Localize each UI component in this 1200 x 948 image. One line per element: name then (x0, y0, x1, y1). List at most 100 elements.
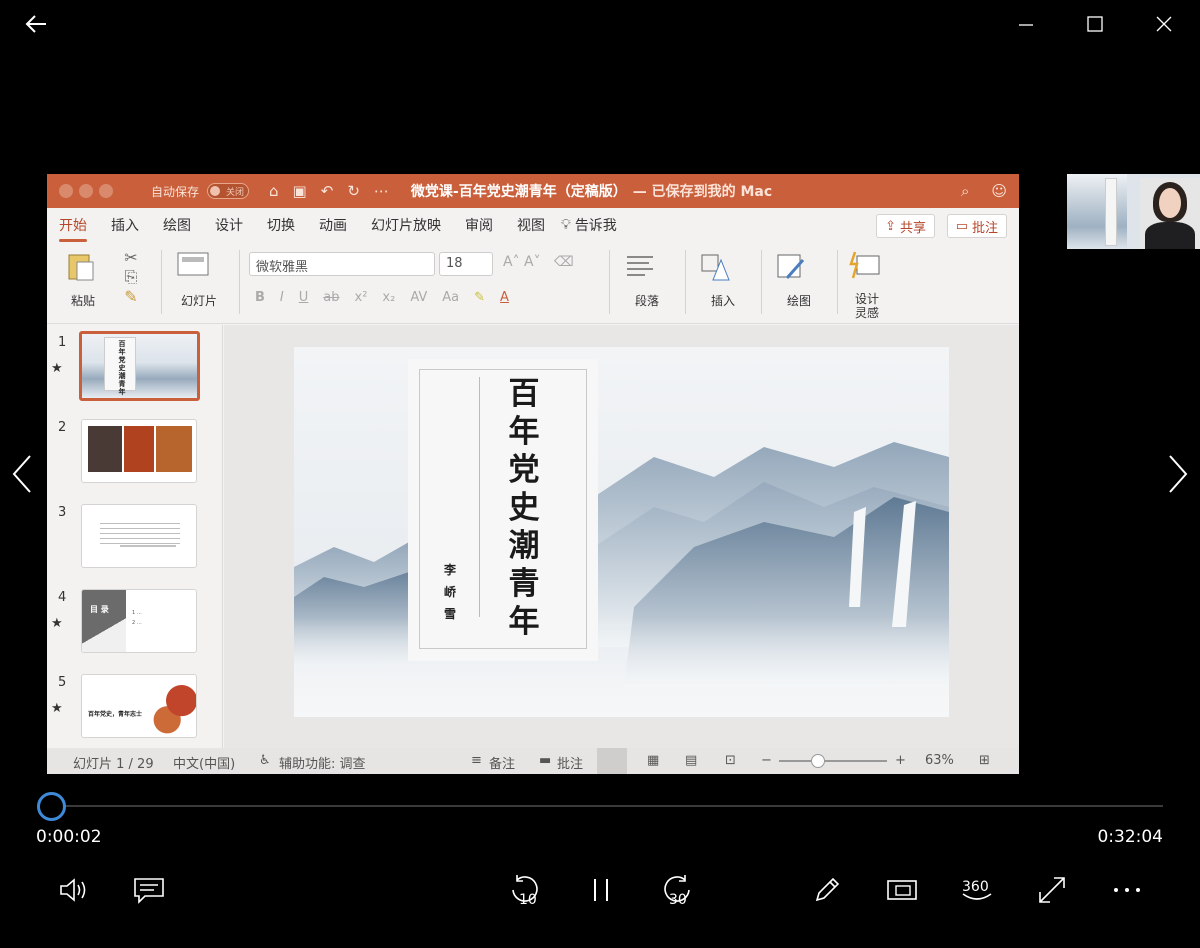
svg-text:360: 360 (962, 879, 989, 895)
char-spacing-icon: AV (410, 290, 428, 305)
zoom-slider (779, 754, 887, 768)
search-icon: ⌕ (960, 182, 970, 200)
360-view-button[interactable]: 360 (957, 870, 997, 910)
fullscreen-button[interactable] (1032, 870, 1072, 910)
cut-icon: ✂ (124, 248, 138, 267)
thumb-number: 1 (58, 335, 67, 350)
traffic-lights (59, 184, 113, 198)
total-duration: 0:32:04 (1097, 827, 1163, 847)
presenter-view-icon: ⊡ (725, 753, 736, 768)
presenter-body (1145, 222, 1195, 249)
font-name-field: 微软雅黑 (249, 252, 435, 276)
tab-insert: 插入 (111, 218, 139, 234)
subtitles-button[interactable] (129, 870, 169, 910)
maximize-icon (1087, 16, 1103, 32)
bold-icon: B (255, 290, 265, 305)
svg-text:30: 30 (669, 892, 687, 908)
copy-icon: ⎘ (124, 267, 138, 286)
notes-button: 备注 (489, 757, 516, 772)
language-indicator: 中文(中国) (173, 757, 236, 772)
slide-thumbnail-5: 百年党史，青年志士 (81, 674, 197, 738)
fit-slide-icon: ⊞ (979, 753, 990, 768)
crop-frame-button[interactable] (882, 870, 922, 910)
video-frame: 自动保存 关闭 ⌂ ▣ ↶ ↻ ⋯ 微党课-百年党史潮青年（定稿版） — 已保存… (47, 174, 1019, 774)
subtitles-icon (134, 878, 164, 904)
tab-transitions: 切换 (267, 218, 295, 234)
thumb-4-label: 目 录 (90, 605, 109, 614)
new-slide-group: 幻灯片 (171, 250, 227, 320)
star-icon: ★ (51, 701, 63, 716)
redo-icon: ↻ (347, 182, 360, 200)
picture-frame-icon (887, 880, 917, 900)
slide-editor: 百 年 党 史 潮 青 年 李 峤 雪 (224, 325, 1019, 748)
previous-button[interactable] (2, 450, 42, 498)
back-button[interactable] (18, 8, 54, 40)
maximize-button[interactable] (1077, 8, 1113, 40)
document-title: 微党课-百年党史潮青年（定稿版） (410, 184, 627, 200)
seek-bar-thumb[interactable] (37, 792, 66, 821)
format-buttons: B I U ab x² x₂ AV Aa ✎ A (255, 290, 509, 305)
clipboard-tools: ✂ ⎘ ✎ (113, 248, 149, 314)
strikethrough-icon: ab (323, 290, 340, 305)
skip-back-button[interactable]: 10 (505, 870, 545, 910)
draw-group: 绘图 (771, 250, 827, 320)
tab-home: 开始 (59, 211, 87, 242)
minimize-button[interactable] (1008, 8, 1044, 40)
slide-thumbnail-2 (81, 419, 197, 483)
draw-icon (777, 254, 805, 279)
zoom-slider-knob (811, 754, 826, 768)
webcam-overlay (1067, 174, 1200, 249)
tab-view: 视图 (517, 218, 545, 234)
comment-icon: ▭ (955, 218, 968, 234)
pause-button[interactable] (581, 870, 621, 910)
current-time: 0:00:02 (36, 827, 102, 847)
highlight-icon: ✎ (474, 290, 486, 305)
thumb-number: 2 (58, 420, 67, 435)
draw-button[interactable] (807, 870, 847, 910)
accessibility-status: 辅助功能: 调查 (279, 757, 366, 772)
more-options-button[interactable] (1107, 870, 1147, 910)
share-button: ⇪ 共享 (876, 214, 935, 238)
presenter-face (1159, 188, 1181, 218)
designer-group: 设计 灵感 (843, 250, 891, 324)
autosave-toggle: 关闭 (207, 183, 250, 199)
slide-layout-icon (177, 252, 209, 276)
slide-counter: 幻灯片 1 / 29 (73, 757, 154, 772)
skip-forward-icon: 30 (664, 875, 690, 908)
thumb-number: 3 (58, 505, 67, 520)
comments-status-button: 批注 (557, 757, 584, 772)
comments-button: ▭ 批注 (946, 214, 1007, 238)
tab-animations: 动画 (319, 218, 347, 234)
ppt-title-bar: 自动保存 关闭 ⌂ ▣ ↶ ↻ ⋯ 微党课-百年党史潮青年（定稿版） — 已保存… (47, 174, 1019, 208)
360-icon: 360 (962, 879, 992, 900)
account-icon: ☺ (991, 182, 1007, 200)
volume-icon (60, 878, 86, 902)
skip-back-icon: 10 (512, 875, 538, 908)
zoom-level: 63% (925, 753, 954, 768)
format-painter-icon: ✎ (124, 287, 138, 306)
tab-design: 设计 (215, 218, 243, 234)
next-button[interactable] (1158, 450, 1198, 498)
zoom-in-icon: + (895, 753, 906, 768)
volume-button[interactable] (54, 870, 94, 910)
slide-author: 李 峤 雪 (443, 563, 456, 621)
close-button[interactable] (1146, 8, 1182, 40)
ribbon: 粘贴 ✂ ⎘ ✎ 幻灯片 微软雅黑 18 A˄ A˅ ⌫ B I U ab x²… (47, 242, 1019, 324)
skip-forward-button[interactable]: 30 (657, 870, 697, 910)
minimize-icon (1019, 24, 1033, 26)
chevron-right-icon (1169, 455, 1188, 493)
arrow-left-icon (25, 15, 46, 33)
star-icon: ★ (51, 616, 63, 631)
star-icon: ★ (51, 361, 63, 376)
tab-review: 审阅 (465, 218, 493, 234)
thumb-5-title: 百年党史，青年志士 (88, 711, 143, 718)
insert-group: 插入 (695, 250, 751, 320)
more-icon: ⋯ (373, 182, 389, 200)
normal-view-icon (597, 748, 627, 774)
tab-draw: 绘图 (163, 218, 191, 234)
seek-bar[interactable] (51, 805, 1163, 807)
tab-slideshow: 幻灯片放映 (371, 218, 441, 234)
subscript-icon: x₂ (382, 290, 396, 305)
expand-icon (1039, 877, 1065, 903)
paragraph-group: 段落 (619, 250, 675, 320)
